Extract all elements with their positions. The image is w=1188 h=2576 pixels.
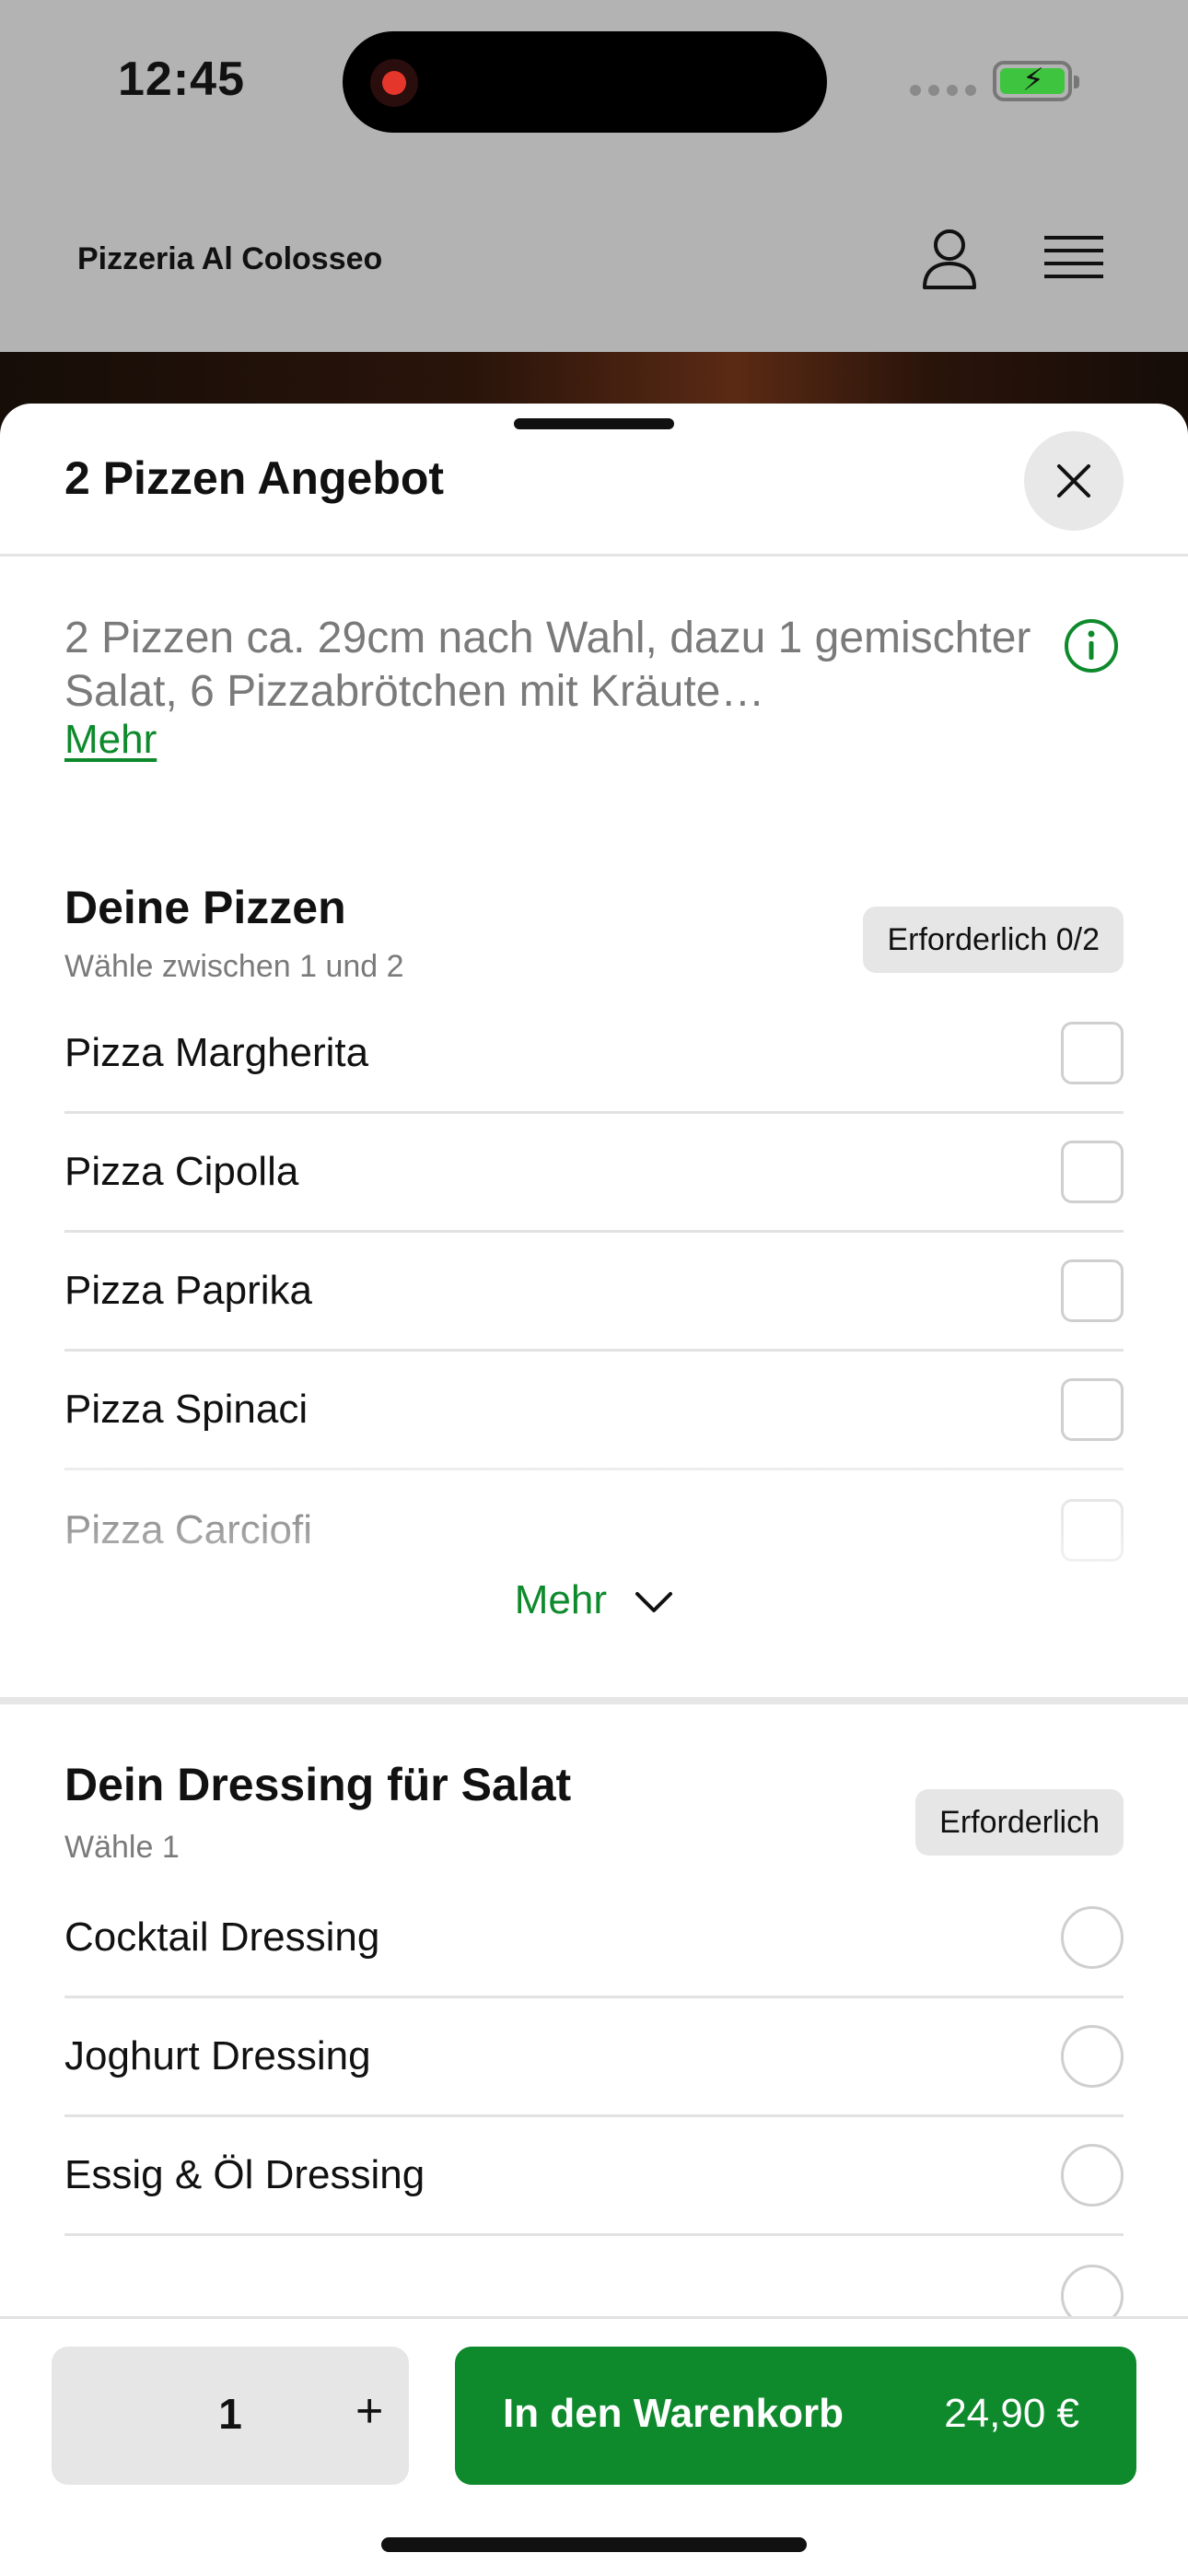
description-more-link[interactable]: Mehr [64,717,157,763]
option-radio[interactable] [1061,2025,1124,2088]
option-label: Pizza Margherita [64,1030,369,1075]
option-checkbox[interactable] [1061,1022,1124,1084]
option-label: Pizza Paprika [64,1268,313,1313]
option-radio[interactable] [1061,2144,1124,2207]
dynamic-island [343,31,827,133]
menu-icon[interactable] [1044,234,1103,282]
add-to-cart-button[interactable]: In den Warenkorb 24,90 € [455,2347,1136,2485]
pizza-show-more-button[interactable]: Mehr [0,1577,1188,1623]
status-bar: 12:45 ⚡ [0,0,1188,166]
close-icon [1057,464,1090,498]
pizza-option[interactable]: Pizza Carciofi [64,1470,1124,1589]
quantity-stepper[interactable]: 1 + [52,2347,409,2485]
dressing-options-list: Cocktail Dressing Joghurt Dressing Essig… [64,1879,1124,2355]
product-sheet: 2 Pizzen Angebot 2 Pizzen ca. 29cm nach … [0,404,1188,2576]
recording-indicator-icon [370,59,418,107]
pizza-options-list: Pizza Margherita Pizza Cipolla Pizza Pap… [64,995,1124,1589]
option-radio[interactable] [1061,1906,1124,1969]
pizza-section-subtitle: Wähle zwischen 1 und 2 [64,949,404,984]
option-checkbox[interactable] [1061,1378,1124,1441]
option-label: Essig & Öl Dressing [64,2152,425,2197]
background-page: 12:45 ⚡ Pizzeria Al Colosseo [0,0,1188,463]
pizza-option[interactable]: Pizza Margherita [64,995,1124,1114]
pizza-section-title: Deine Pizzen [64,882,346,933]
profile-icon[interactable] [921,227,978,291]
dressing-option[interactable]: Cocktail Dressing [64,1879,1124,1998]
option-label: Pizza Carciofi [64,1506,312,1552]
close-button[interactable] [1024,431,1124,531]
pizza-option[interactable]: Pizza Paprika [64,1233,1124,1352]
quantity-plus-button[interactable]: + [355,2383,383,2439]
status-time: 12:45 [118,53,245,106]
option-label: Joghurt Dressing [64,2033,371,2078]
pizza-option[interactable]: Pizza Cipolla [64,1114,1124,1233]
info-icon[interactable] [1063,617,1120,674]
option-checkbox[interactable] [1061,1498,1124,1562]
option-checkbox[interactable] [1061,1141,1124,1203]
chevron-down-icon [635,1592,673,1613]
section-divider [0,1697,1188,1704]
option-checkbox[interactable] [1061,1259,1124,1322]
sheet-title: 2 Pizzen Angebot [64,452,445,504]
site-title: Pizzeria Al Colosseo [77,241,383,276]
dressing-section-subtitle: Wähle 1 [64,1830,180,1865]
dressing-option[interactable]: Joghurt Dressing [64,1998,1124,2117]
option-label: Pizza Spinaci [64,1387,309,1432]
option-label: Pizza Cipolla [64,1149,299,1194]
signal-icon [910,85,976,96]
show-more-label: Mehr [514,1577,607,1622]
dressing-required-badge: Erforderlich [915,1789,1124,1856]
dressing-option[interactable]: Essig & Öl Dressing [64,2117,1124,2236]
product-description: 2 Pizzen ca. 29cm nach Wahl, dazu 1 gemi… [64,614,1031,716]
price-label: 24,90 € [944,2391,1079,2436]
battery-icon: ⚡ [993,61,1079,101]
pizza-required-badge: Erforderlich 0/2 [863,907,1124,973]
home-indicator [381,2537,807,2552]
sheet-grabber[interactable] [514,418,674,429]
pizza-option[interactable]: Pizza Spinaci [64,1352,1124,1470]
add-to-cart-label: In den Warenkorb [503,2391,844,2436]
sheet-header: 2 Pizzen Angebot [0,404,1188,556]
option-label: Cocktail Dressing [64,1914,380,1960]
dressing-section-title: Dein Dressing für Salat [64,1759,572,1810]
